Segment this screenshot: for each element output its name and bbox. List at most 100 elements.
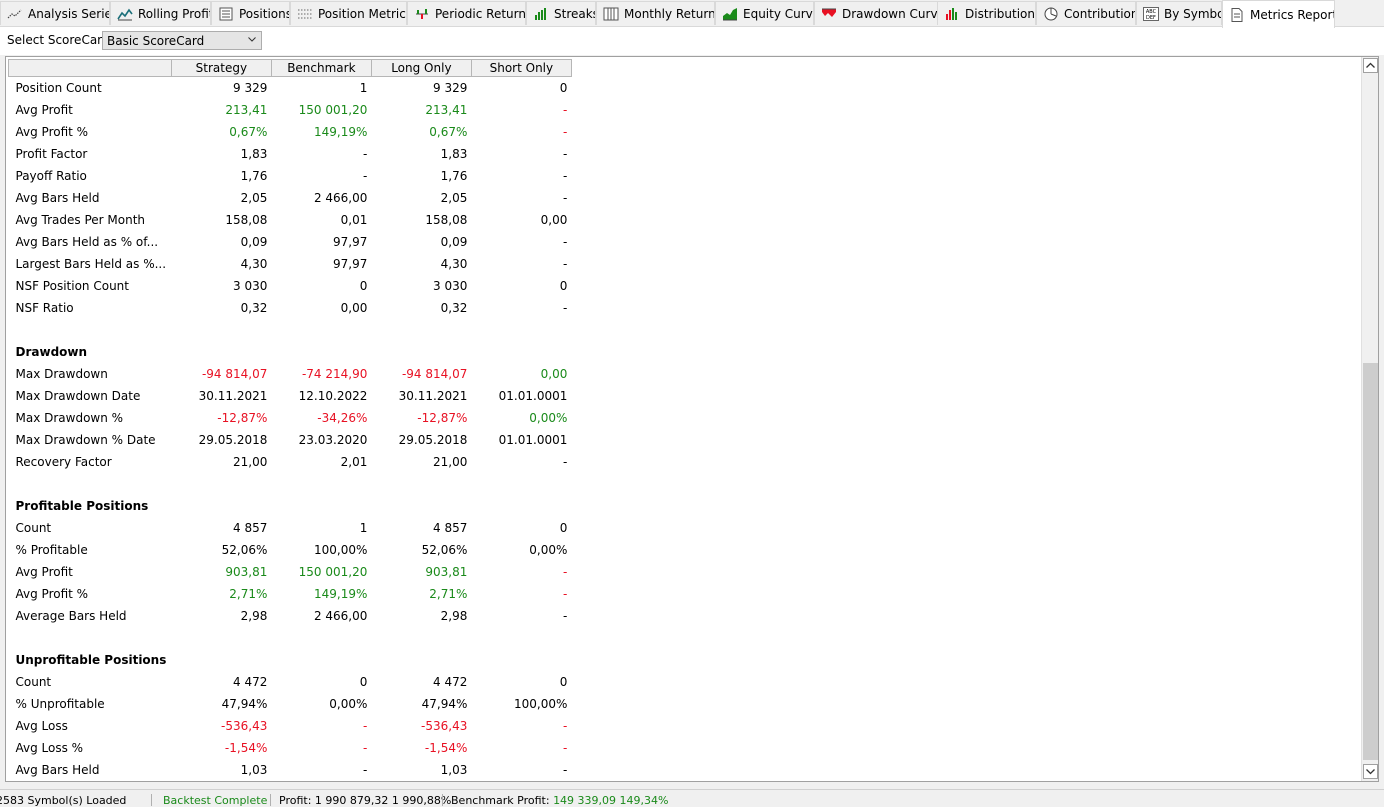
value-benchmark: -34,26% <box>317 410 368 425</box>
metric-row: Avg Bars Held 2,05 2 466,00 2,05 - <box>9 187 572 209</box>
value-long-only: -12,87% <box>417 410 468 425</box>
tab-contribution[interactable]: Contribution <box>1036 1 1136 25</box>
metrics-report-icon <box>1229 7 1245 22</box>
scroll-down-button[interactable] <box>1363 764 1378 779</box>
tab-analysis-series[interactable]: Analysis Series <box>0 1 110 25</box>
value-strategy: 1,83 <box>240 146 268 161</box>
column-header-short-only[interactable]: Short Only <box>471 59 572 77</box>
value-benchmark: 97,97 <box>333 234 368 249</box>
value-long-only: 0,09 <box>440 234 468 249</box>
metric-row: Max Drawdown Date 30.11.2021 12.10.2022 30.… <box>9 385 572 407</box>
metric-label: Recovery Factor <box>15 454 112 469</box>
value-long-only: 0,67% <box>429 124 468 139</box>
value-strategy <box>171 627 271 649</box>
value-benchmark: 0 <box>359 674 368 689</box>
metric-label: Count <box>15 520 52 535</box>
value-strategy: 52,06% <box>221 542 268 557</box>
value-benchmark: 0,01 <box>340 212 368 227</box>
column-header-label[interactable] <box>8 59 172 77</box>
value-long-only <box>371 627 471 649</box>
value-benchmark: -74 214,90 <box>301 366 368 381</box>
tab-position-metrics[interactable]: Position Metrics <box>290 1 407 25</box>
metric-label: Profit Factor <box>15 146 88 161</box>
section-header-row: Unprofitable Positions <box>9 649 572 671</box>
metrics-report-panel: Strategy Benchmark Long Only Short Only … <box>5 56 1379 782</box>
column-header-strategy[interactable]: Strategy <box>171 59 272 77</box>
value-short-only: - <box>563 168 568 183</box>
value-benchmark <box>271 473 371 495</box>
metric-label: Payoff Ratio <box>15 168 87 183</box>
tab-periodic-returns[interactable]: Periodic Returns <box>407 1 526 25</box>
position-metrics-icon <box>297 7 313 21</box>
scroll-up-button[interactable] <box>1363 58 1378 73</box>
metric-row: Profit Factor 1,83 - 1,83 - <box>9 143 572 165</box>
drawdown-curve-icon <box>821 7 837 21</box>
metric-row: Largest Bars Held as %... 4,30 97,97 4,30 - <box>9 253 572 275</box>
metric-row: Avg Profit % 0,67% 149,19% 0,67% - <box>9 121 572 143</box>
metric-row: % Unprofitable 47,94% 0,00% 47,94% 100,00% <box>9 693 572 715</box>
metric-label: Max Drawdown <box>15 366 108 381</box>
value-benchmark: 2 466,00 <box>313 190 368 205</box>
column-header-benchmark[interactable]: Benchmark <box>271 59 372 77</box>
value-strategy: 4,30 <box>240 256 268 271</box>
metric-label: Count <box>15 674 52 689</box>
status-profit: Profit: 1 990 879,32 1 990,88% <box>279 794 451 807</box>
value-short-only: 0,00% <box>529 542 568 557</box>
tab-metrics-report[interactable]: Metrics Report <box>1222 0 1335 28</box>
value-long-only: 47,94% <box>421 696 468 711</box>
value-short-only: 0,00 <box>540 366 568 381</box>
value-benchmark <box>271 627 371 649</box>
metric-label: NSF Ratio <box>15 300 74 315</box>
scroll-thumb[interactable] <box>1363 363 1378 760</box>
tab-distributions[interactable]: Distributions <box>937 1 1036 25</box>
value-long-only: 1,03 <box>440 762 468 777</box>
value-benchmark: 100,00% <box>313 542 368 557</box>
metric-label: Max Drawdown % <box>15 410 124 425</box>
tab-monthly-returns[interactable]: Monthly Returns <box>596 1 715 25</box>
value-short-only: 0 <box>559 520 568 535</box>
tab-by-symbol[interactable]: ABC DEF By Symbol <box>1136 1 1222 25</box>
value-short-only: 0 <box>559 80 568 95</box>
metric-row: % Profitable 52,06% 100,00% 52,06% 0,00% <box>9 539 572 561</box>
tab-rolling-profit[interactable]: Rolling Profit <box>110 1 211 25</box>
metric-row: Avg Profit 213,41 150 001,20 213,41 - <box>9 99 572 121</box>
tab-streaks[interactable]: Streaks <box>526 1 596 25</box>
metrics-table: Strategy Benchmark Long Only Short Only … <box>8 59 572 781</box>
tab-drawdown-curve[interactable]: Drawdown Curve <box>814 1 938 25</box>
value-benchmark: - <box>363 740 368 755</box>
metric-row: Avg Profit % 2,71% 149,19% 2,71% - <box>9 583 572 605</box>
value-long-only: 1,76 <box>440 168 468 183</box>
metric-label: Avg Bars Held <box>15 190 100 205</box>
value-strategy <box>171 649 271 671</box>
value-benchmark <box>271 341 371 363</box>
value-long-only: 52,06% <box>421 542 468 557</box>
tab-positions[interactable]: Positions <box>211 1 290 25</box>
tab-label: Metrics Report <box>1250 7 1335 22</box>
value-long-only: 9 329 <box>433 80 468 95</box>
metric-row: Max Drawdown -94 814,07 -74 214,90 -94 814,… <box>9 363 572 385</box>
value-benchmark: 0,00 <box>340 300 368 315</box>
value-strategy <box>171 473 271 495</box>
value-strategy: 0,09 <box>240 234 268 249</box>
value-benchmark: 149,19% <box>313 124 368 139</box>
metric-label: Position Count <box>15 80 102 95</box>
scorecard-select[interactable]: Basic ScoreCard <box>102 31 262 50</box>
value-short-only: 01.01.0001 <box>498 388 568 403</box>
rolling-profit-icon <box>117 7 133 21</box>
value-benchmark <box>271 649 371 671</box>
value-strategy: 4 472 <box>233 674 268 689</box>
section-title: Profitable Positions <box>15 498 149 513</box>
vertical-scrollbar[interactable] <box>1361 57 1378 781</box>
tab-equity-curve[interactable]: Equity Curve <box>715 1 814 25</box>
value-strategy: 2,98 <box>240 608 268 623</box>
metric-label: NSF Position Count <box>15 278 129 293</box>
status-divider <box>151 794 152 806</box>
value-strategy: 30.11.2021 <box>198 388 268 403</box>
column-header-long-only[interactable]: Long Only <box>371 59 472 77</box>
contribution-icon <box>1043 7 1059 21</box>
distributions-icon <box>944 7 960 21</box>
metric-label: Avg Bars Held <box>15 762 100 777</box>
value-short-only: 0 <box>559 674 568 689</box>
value-long-only <box>371 319 471 341</box>
status-symbols-loaded: 2583 Symbol(s) Loaded <box>0 794 127 807</box>
